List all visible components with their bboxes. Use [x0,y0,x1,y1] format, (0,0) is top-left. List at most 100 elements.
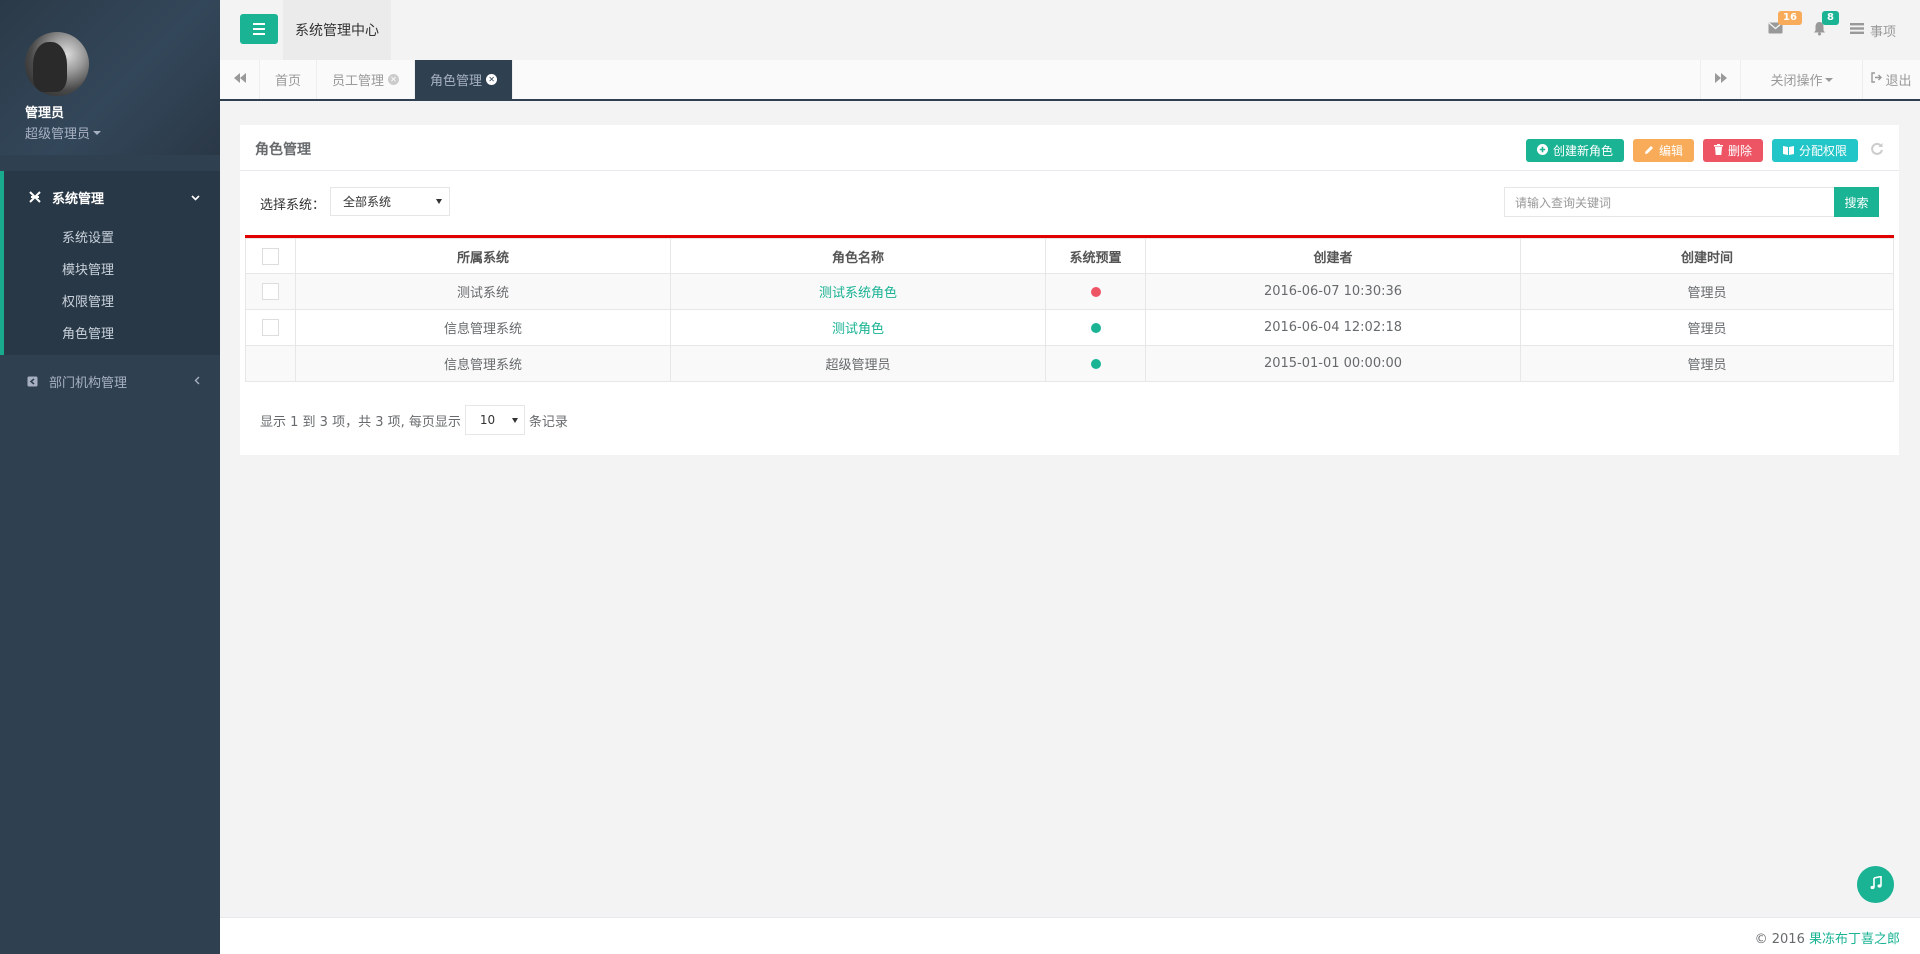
caret-down-icon [511,418,518,423]
table-row[interactable]: 测试系统 测试系统角色 2016-06-07 10:30:36 管理员 [245,273,1894,310]
row-checkbox[interactable] [262,283,279,300]
close-tab-icon[interactable]: ✕ [486,74,498,85]
row-select-cell [245,345,296,382]
nav-subitem-module-management[interactable]: 模块管理 [4,255,220,287]
preset-status-dot [1090,286,1101,297]
logout-button[interactable]: 退出 [1862,60,1920,99]
tab-employee-management[interactable]: 员工管理 ✕ [317,60,416,99]
tasks-icon [1849,22,1864,38]
cell-created-time: 管理员 [1520,309,1894,346]
column-header-created-time[interactable]: 创建时间 [1520,238,1894,274]
delete-button[interactable]: 删除 [1702,139,1763,162]
cell-role-name: 测试系统角色 [670,273,1046,310]
role-name-link[interactable]: 测试角色 [832,322,884,337]
cell-creator: 2016-06-07 10:30:36 [1145,273,1521,310]
logout-label: 退出 [1885,74,1912,89]
page-tabs-bar: 首页 员工管理 ✕ 角色管理 ✕ 关闭操作 退出 [220,60,1920,101]
tab-role-management[interactable]: 角色管理 ✕ [415,60,514,99]
tab-home[interactable]: 首页 [260,60,318,99]
row-select-cell [245,273,296,310]
music-float-button[interactable] [1857,866,1894,903]
pencil-icon [1644,144,1654,158]
todo-label: 事项 [1869,24,1896,40]
system-filter-value: 全部系统 [343,195,392,209]
nav-subitem-system-settings[interactable]: 系统设置 [4,223,220,255]
nav-subitem-permission-management[interactable]: 权限管理 [4,287,220,319]
nav-subitem-role-management[interactable]: 角色管理 [4,319,220,351]
roles-table: 所属系统 角色名称 系统预置 创建者 创建时间 测试系统 测试系统角色 2016… [245,238,1894,382]
top-right-icons: 16 8 事项 [1754,0,1920,60]
tabs-scroll-right-button[interactable] [1700,60,1740,99]
create-role-button[interactable]: 创建新角色 [1525,139,1624,162]
search-input[interactable]: 请输入查询关键词 [1504,187,1840,217]
tabs-scroll-left-button[interactable] [220,60,260,99]
page-size-select[interactable]: 10 [464,405,525,435]
table-row[interactable]: 信息管理系统 测试角色 2016-06-04 12:02:18 管理员 [245,309,1894,346]
role-name-link[interactable]: 测试系统角色 [819,286,897,301]
cell-role-name: 超级管理员 [670,345,1046,382]
preset-status-dot [1090,358,1101,369]
cell-system: 信息管理系统 [295,309,671,346]
close-operations-dropdown[interactable]: 关闭操作 [1740,60,1862,99]
refresh-button[interactable] [1867,141,1887,161]
row-select-cell [245,309,296,346]
table-row[interactable]: 信息管理系统 超级管理员 2015-01-01 00:00:00 管理员 [245,345,1894,382]
cell-preset [1045,309,1146,346]
forward-icon [1714,72,1727,87]
table-header-row: 所属系统 角色名称 系统预置 创建者 创建时间 [245,238,1894,274]
messages-button[interactable]: 16 [1754,0,1802,60]
select-all-checkbox[interactable] [262,247,279,265]
top-header: 系统管理中心 16 8 事项 [220,0,1920,60]
todo-button[interactable]: 事项 [1842,21,1920,40]
trash-icon [1713,143,1723,158]
cell-created-time: 管理员 [1520,345,1894,382]
system-filter-select[interactable]: 全部系统 [330,187,450,216]
column-header-role-name[interactable]: 角色名称 [670,238,1046,274]
page-tabs: 首页 员工管理 ✕ 角色管理 ✕ [260,60,514,99]
sign-out-icon [1871,72,1883,87]
nav-item-department-management[interactable]: 部门机构管理 [0,355,220,407]
edit-button[interactable]: 编辑 [1632,139,1694,162]
chevron-down-icon [191,191,200,204]
roles-table-wrapper: 所属系统 角色名称 系统预置 创建者 创建时间 测试系统 测试系统角色 2016… [245,235,1894,382]
book-icon [1782,144,1794,158]
footer-copyright: © 2016 果冻布丁喜之郎 [1755,928,1900,947]
close-tab-icon[interactable]: ✕ [388,74,400,85]
avatar[interactable] [25,32,89,96]
pagination-suffix: 条记录 [528,414,568,430]
panel-header: 角色管理 创建新角色 编辑 删除 分配权限 [240,125,1899,171]
tab-label: 首页 [275,74,302,89]
column-header-creator[interactable]: 创建者 [1145,238,1521,274]
nav-group-department: 部门机构管理 [0,355,220,407]
row-checkbox[interactable] [262,319,279,336]
menu-toggle-button[interactable] [240,14,278,44]
org-icon [25,374,39,388]
footer: © 2016 果冻布丁喜之郎 [220,917,1920,954]
column-header-preset[interactable]: 系统预置 [1045,238,1146,274]
assign-permissions-button[interactable]: 分配权限 [1771,139,1858,162]
cell-preset [1045,273,1146,310]
preset-status-dot [1090,322,1101,333]
search-button[interactable]: 搜索 [1834,187,1879,217]
page-size-value: 10 [479,413,496,427]
user-role-dropdown[interactable]: 超级管理员 [25,123,220,142]
action-toolbar: 创建新角色 编辑 删除 分配权限 [1525,139,1887,162]
notifications-badge: 8 [1821,11,1839,25]
select-all-cell [245,238,296,274]
sidebar: 管理员 超级管理员 系统管理 系统设置 模块管理 权限管理 角色管理 部门机构管… [0,0,220,954]
music-note-icon [1869,875,1883,894]
nav-item-system-management[interactable]: 系统管理 [4,171,220,223]
pagination-info: 显示 1 到 3 项，共 3 项, 每页显示 10 条记录 [260,405,568,435]
column-header-system[interactable]: 所属系统 [295,238,671,274]
refresh-icon [1870,142,1884,160]
button-label: 分配权限 [1798,144,1847,158]
button-label: 删除 [1727,144,1752,158]
cell-created-time: 管理员 [1520,273,1894,310]
notifications-button[interactable]: 8 [1798,0,1842,60]
role-management-panel: 角色管理 创建新角色 编辑 删除 分配权限 选择系统： 全部系统 请输入查询关键… [240,125,1899,455]
brand-link[interactable]: 果冻布丁喜之郎 [1809,932,1900,947]
system-title: 系统管理中心 [283,0,391,60]
cell-creator: 2015-01-01 00:00:00 [1145,345,1521,382]
user-name: 管理员 [25,106,65,121]
backward-icon [233,72,246,87]
